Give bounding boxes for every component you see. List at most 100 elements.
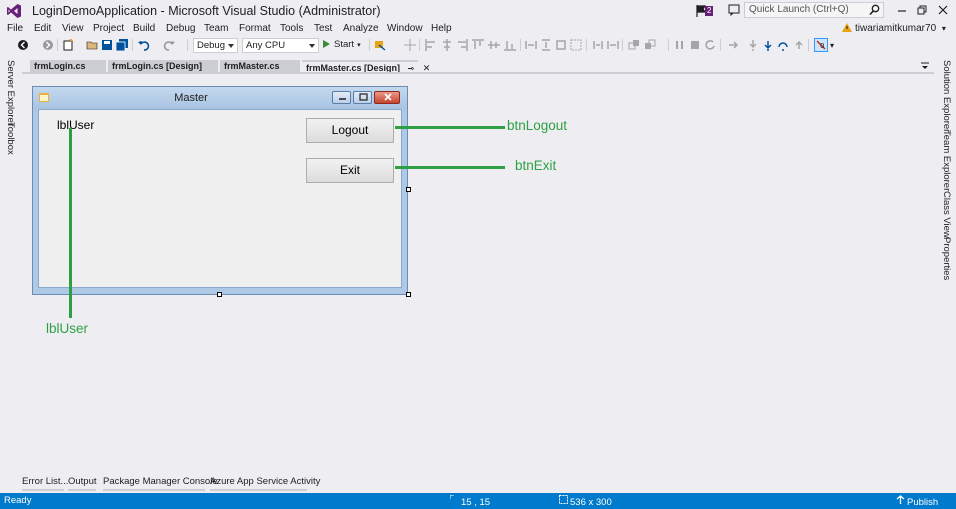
pause-icon[interactable] [674, 39, 686, 51]
chevron-down-icon [228, 44, 234, 48]
save-icon[interactable] [101, 39, 113, 51]
restore-window-icon[interactable] [915, 3, 929, 17]
menu-test[interactable]: Test [314, 23, 332, 34]
toolbar-separator [668, 39, 669, 51]
start-debugging-button[interactable]: Start ▾ [323, 39, 361, 50]
package-manager-console-tab[interactable]: Package Manager Console [103, 476, 218, 487]
solution-platform-select[interactable]: Any CPU [242, 38, 319, 53]
team-explorer-tab[interactable]: Team Explorer [941, 130, 952, 191]
exit-button[interactable]: Exit [306, 158, 394, 183]
menu-file[interactable]: File [7, 23, 23, 34]
master-form[interactable]: Master lblUser Logout Exit [32, 86, 408, 295]
lbl-user-label[interactable]: lblUser [57, 118, 94, 132]
output-tab[interactable]: Output [68, 476, 97, 487]
toolbar-separator [808, 39, 809, 51]
form-title: Master [174, 92, 208, 104]
tab-label: frmLogin.cs [Design] [112, 61, 203, 71]
azure-app-service-activity-tab[interactable]: Azure App Service Activity [210, 476, 320, 487]
menu-format[interactable]: Format [239, 23, 271, 34]
make-same-size-icon[interactable] [555, 39, 567, 51]
title-bar: LoginDemoApplication - Microsoft Visual … [0, 0, 956, 22]
save-all-icon[interactable] [116, 39, 128, 51]
active-files-dropdown-icon[interactable] [920, 62, 930, 70]
logout-button[interactable]: Logout [306, 118, 394, 143]
resize-handle-corner[interactable] [406, 292, 411, 297]
annotation-line-btnexit [395, 166, 505, 169]
step-out-alt-icon[interactable] [793, 39, 805, 51]
account-menu[interactable]: tiwariamitkumar70 ▾ [842, 23, 946, 34]
open-file-icon[interactable] [86, 39, 98, 51]
arrow-up-icon [896, 495, 905, 504]
stop-icon[interactable] [689, 39, 701, 51]
annotation-lbluser: lblUser [46, 321, 89, 336]
solution-configuration-value: Debug [197, 40, 225, 51]
new-project-icon[interactable] [62, 39, 74, 51]
account-name: tiwariamitkumar70 [855, 23, 937, 34]
error-list-tab[interactable]: Error List... [22, 476, 68, 487]
position-value: 15 , 15 [461, 497, 491, 508]
menu-view[interactable]: View [62, 23, 84, 34]
solution-explorer-tab[interactable]: Solution Explorer [941, 60, 952, 132]
chevron-down-icon[interactable]: ▾ [830, 41, 834, 50]
quick-launch-input[interactable]: Quick Launch (Ctrl+Q) [744, 2, 884, 18]
browser-link-icon[interactable] [374, 39, 386, 51]
feedback-icon[interactable] [728, 4, 740, 16]
send-to-back-icon[interactable] [644, 39, 656, 51]
step-out-icon[interactable] [777, 39, 789, 51]
menu-window[interactable]: Window [387, 23, 423, 34]
align-centers-icon[interactable] [441, 39, 453, 51]
align-lefts-icon[interactable] [425, 39, 437, 51]
solution-configuration-select[interactable]: Debug [193, 38, 238, 53]
align-middles-icon[interactable] [488, 39, 500, 51]
notifications-button[interactable]: 2 [696, 4, 718, 18]
form-title-bar: Master [33, 87, 407, 109]
menu-tools[interactable]: Tools [280, 23, 303, 34]
status-bar: Ready 15 , 15 536 x 300 Publish [0, 493, 956, 509]
form-client-area: lblUser Logout Exit [38, 109, 402, 288]
restart-icon[interactable] [704, 39, 716, 51]
back-icon[interactable] [17, 39, 29, 51]
toolbox-tab[interactable]: Toolbox [5, 122, 16, 155]
step-into-icon[interactable] [747, 39, 759, 51]
menu-debug[interactable]: Debug [166, 23, 195, 34]
tab-order-icon[interactable]: 0 [814, 38, 828, 52]
close-window-icon[interactable] [936, 3, 950, 17]
resize-handle-right[interactable] [406, 187, 411, 192]
tab-indicator [103, 489, 205, 491]
menu-build[interactable]: Build [133, 23, 155, 34]
form-maximize-icon [353, 91, 372, 104]
make-same-height-icon[interactable] [540, 39, 552, 51]
resize-handle-bottom[interactable] [217, 292, 222, 297]
increase-horizontal-spacing-icon[interactable] [607, 39, 619, 51]
class-view-tab[interactable]: Class View [941, 191, 952, 238]
show-next-statement-icon[interactable] [727, 39, 739, 51]
properties-tab[interactable]: Properties [941, 237, 952, 280]
bring-to-front-icon[interactable] [628, 39, 640, 51]
align-bottoms-icon[interactable] [504, 39, 516, 51]
status-text: Ready [4, 495, 32, 506]
size-to-grid-icon[interactable] [570, 39, 582, 51]
align-rights-icon[interactable] [456, 39, 468, 51]
horizontal-spacing-icon[interactable] [592, 39, 604, 51]
menu-edit[interactable]: Edit [34, 23, 51, 34]
menu-team[interactable]: Team [204, 23, 228, 34]
make-same-width-icon[interactable] [525, 39, 537, 51]
selection-size: 536 x 300 [559, 495, 612, 508]
annotation-line-lbluser [69, 128, 72, 318]
publish-button[interactable]: Publish [896, 495, 938, 508]
menu-project[interactable]: Project [93, 23, 124, 34]
align-to-grid-icon[interactable] [404, 39, 416, 51]
tab-label: frmMaster.cs [224, 61, 280, 71]
redo-icon[interactable] [163, 39, 175, 51]
menu-help[interactable]: Help [431, 23, 452, 34]
left-tool-window-strip: Server Explorer Toolbox [0, 56, 20, 492]
publish-label: Publish [907, 497, 939, 508]
toolbar-separator [520, 39, 521, 51]
align-tops-icon[interactable] [472, 39, 484, 51]
minimize-window-icon[interactable] [895, 3, 909, 17]
forward-icon[interactable] [42, 39, 54, 51]
undo-icon[interactable] [138, 39, 150, 51]
server-explorer-tab[interactable]: Server Explorer [5, 60, 16, 126]
step-over-icon[interactable] [762, 39, 774, 51]
menu-analyze[interactable]: Analyze [343, 23, 379, 34]
